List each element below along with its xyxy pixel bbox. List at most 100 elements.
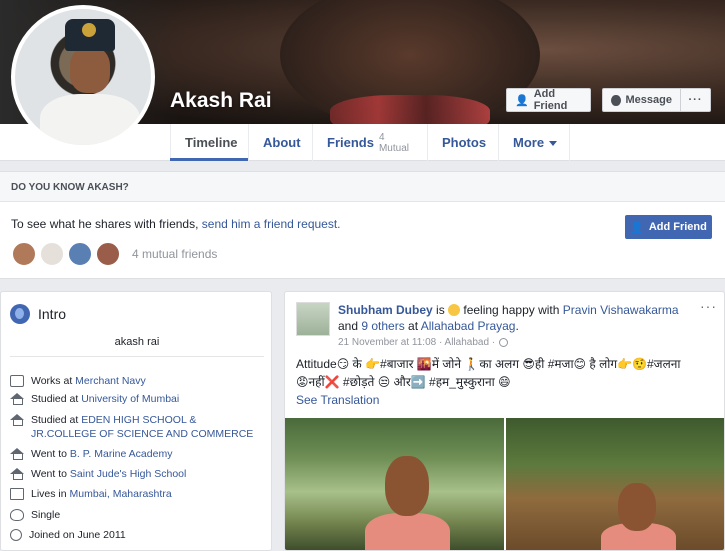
send-friend-request-link[interactable]: send him a friend request. <box>202 217 341 231</box>
cover-detail-red <box>330 95 490 124</box>
intro-bio: akash rai <box>114 336 160 348</box>
clock-icon <box>10 529 22 541</box>
home-icon <box>10 488 24 500</box>
tab-about-label: About <box>263 135 301 150</box>
graduation-cap-icon <box>10 448 24 460</box>
post-at: at <box>404 319 421 333</box>
post-and: and <box>338 319 362 333</box>
tab-timeline[interactable]: Timeline <box>170 124 248 161</box>
post-feeling: feeling happy with <box>460 303 563 317</box>
intro-edu-prefix: Studied at <box>31 414 82 426</box>
tab-friends-label: Friends <box>327 135 374 150</box>
intro-lives-prefix: Lives in <box>31 488 70 500</box>
briefcase-icon <box>10 375 24 387</box>
tab-more-label: More <box>513 135 545 150</box>
divider <box>10 356 264 357</box>
post-dot: . <box>515 319 519 333</box>
timeline-post: Shubham Dubey is feeling happy with Prav… <box>284 291 725 551</box>
intro-title: Intro <box>38 306 67 322</box>
post-text: Attitude😏 के 👉#बाजार 🌇में जोने 🚶का अलग 😎… <box>296 355 721 391</box>
tab-timeline-label: Timeline <box>185 135 238 150</box>
intro-education: Studied at EDEN HIGH SCHOOL & JR.COLLEGE … <box>10 413 253 441</box>
graduation-cap-icon <box>10 414 24 426</box>
tab-more[interactable]: More <box>498 124 570 161</box>
mutual-friend-avatar[interactable] <box>67 241 93 267</box>
add-friend-button[interactable]: 👤 Add Friend <box>506 88 591 112</box>
mutual-friend-avatar[interactable] <box>11 241 37 267</box>
intro-edu-link[interactable]: B. P. Marine Academy <box>70 448 173 460</box>
post-author-link[interactable]: Shubham Dubey <box>338 303 433 317</box>
intro-lives: Lives in Mumbai, Maharashtra <box>10 487 172 501</box>
intro-edu-link[interactable]: University of Mumbai <box>81 393 179 405</box>
tab-friends-mutual-count: 4 Mutual <box>378 131 409 154</box>
more-options-button[interactable]: ··· <box>680 88 711 112</box>
intro-joined: Joined on June 2011 <box>10 528 126 542</box>
intro-education: Went to Saint Jude's High School <box>10 467 186 481</box>
profile-name[interactable]: Akash Rai <box>170 89 272 113</box>
smile-emoji-icon <box>448 304 461 316</box>
mutual-friends-count[interactable]: 4 mutual friends <box>132 247 217 261</box>
mutual-friend-avatar[interactable] <box>95 241 121 267</box>
friend-request-prompt: To see what he shares with friends, send… <box>11 217 341 231</box>
post-options-button[interactable]: ··· <box>700 298 717 314</box>
photo-person-face <box>385 456 429 516</box>
intro-lives-link[interactable]: Mumbai, Maharashtra <box>70 488 172 500</box>
post-timestamp[interactable]: 21 November at 11:08 · Allahabad · <box>338 337 495 348</box>
photo-person-face <box>618 483 656 531</box>
tab-active-indicator <box>170 158 248 161</box>
avatar-cap-badge <box>82 23 96 37</box>
intro-education: Studied at University of Mumbai <box>10 392 179 406</box>
graduation-cap-icon <box>10 393 24 405</box>
avatar-face <box>70 47 110 93</box>
intro-work-prefix: Works at <box>31 375 76 387</box>
add-friend-button-secondary[interactable]: 👤 Add Friend <box>625 215 712 239</box>
chevron-down-icon <box>549 141 558 146</box>
do-you-know-heading: DO YOU KNOW AKASH? <box>0 172 725 202</box>
tab-photos-label: Photos <box>442 135 487 150</box>
intro-relationship: Single <box>10 508 60 522</box>
message-label: Message <box>625 94 672 106</box>
intro-work-link[interactable]: Merchant Navy <box>75 375 146 387</box>
add-friend-icon: 👤 <box>515 94 529 107</box>
post-text-line2: 😡नहीं❌ #छोड़ते 😒 और➡️ #हम_मुस्कुराना 😄 <box>296 375 511 389</box>
add-friend-label: Add Friend <box>648 221 707 233</box>
intro-edu-link-line2[interactable]: JR.COLLEGE OF SCIENCE AND COMMERCE <box>31 428 253 440</box>
intro-card: Intro akash rai Works at Merchant Navy S… <box>0 291 272 551</box>
tagged-friend-link[interactable]: Pravin Vishawakarma <box>563 303 679 317</box>
post-photo[interactable] <box>285 418 504 550</box>
intro-edu-link[interactable]: Saint Jude's High School <box>70 468 186 480</box>
post-photo[interactable] <box>506 418 724 550</box>
do-you-know-box: DO YOU KNOW AKASH? To see what he shares… <box>0 171 725 279</box>
post-author-avatar[interactable] <box>296 302 330 336</box>
mutual-friends-avatars <box>11 241 123 267</box>
heart-icon <box>10 509 24 521</box>
intro-work: Works at Merchant Navy <box>10 374 146 388</box>
add-friend-label: Add Friend <box>533 88 568 112</box>
post-is: is <box>432 303 449 317</box>
message-button[interactable]: Message <box>602 88 681 112</box>
intro-joined-text: Joined on June 2011 <box>29 529 126 541</box>
profile-picture[interactable] <box>11 5 155 149</box>
intro-relationship-text: Single <box>31 509 61 521</box>
tab-photos[interactable]: Photos <box>427 124 498 161</box>
intro-edu-link[interactable]: EDEN HIGH SCHOOL & <box>81 414 196 426</box>
tab-friends[interactable]: Friends 4 Mutual <box>312 124 427 161</box>
avatar-shirt <box>40 94 140 145</box>
post-location-link[interactable]: Allahabad Prayag <box>421 319 516 333</box>
intro-education: Went to B. P. Marine Academy <box>10 447 172 461</box>
see-translation-link[interactable]: See Translation <box>296 393 379 407</box>
photo-person-shirt <box>365 513 450 550</box>
messenger-icon <box>611 94 621 106</box>
public-globe-icon <box>499 338 509 347</box>
tab-about[interactable]: About <box>248 124 312 161</box>
tagged-others-link[interactable]: 9 others <box>361 319 404 333</box>
intro-edu-prefix: Went to <box>31 468 70 480</box>
intro-edu-prefix: Went to <box>31 448 70 460</box>
post-header: Shubham Dubey is feeling happy with Prav… <box>338 302 698 334</box>
intro-header: Intro <box>10 304 66 324</box>
post-text-line1: Attitude😏 के 👉#बाजार 🌇में जोने 🚶का अलग 😎… <box>296 357 681 371</box>
mutual-friend-avatar[interactable] <box>39 241 65 267</box>
graduation-cap-icon <box>10 468 24 480</box>
intro-edu-prefix: Studied at <box>31 393 82 405</box>
post-meta: 21 November at 11:08 · Allahabad · <box>338 337 509 348</box>
